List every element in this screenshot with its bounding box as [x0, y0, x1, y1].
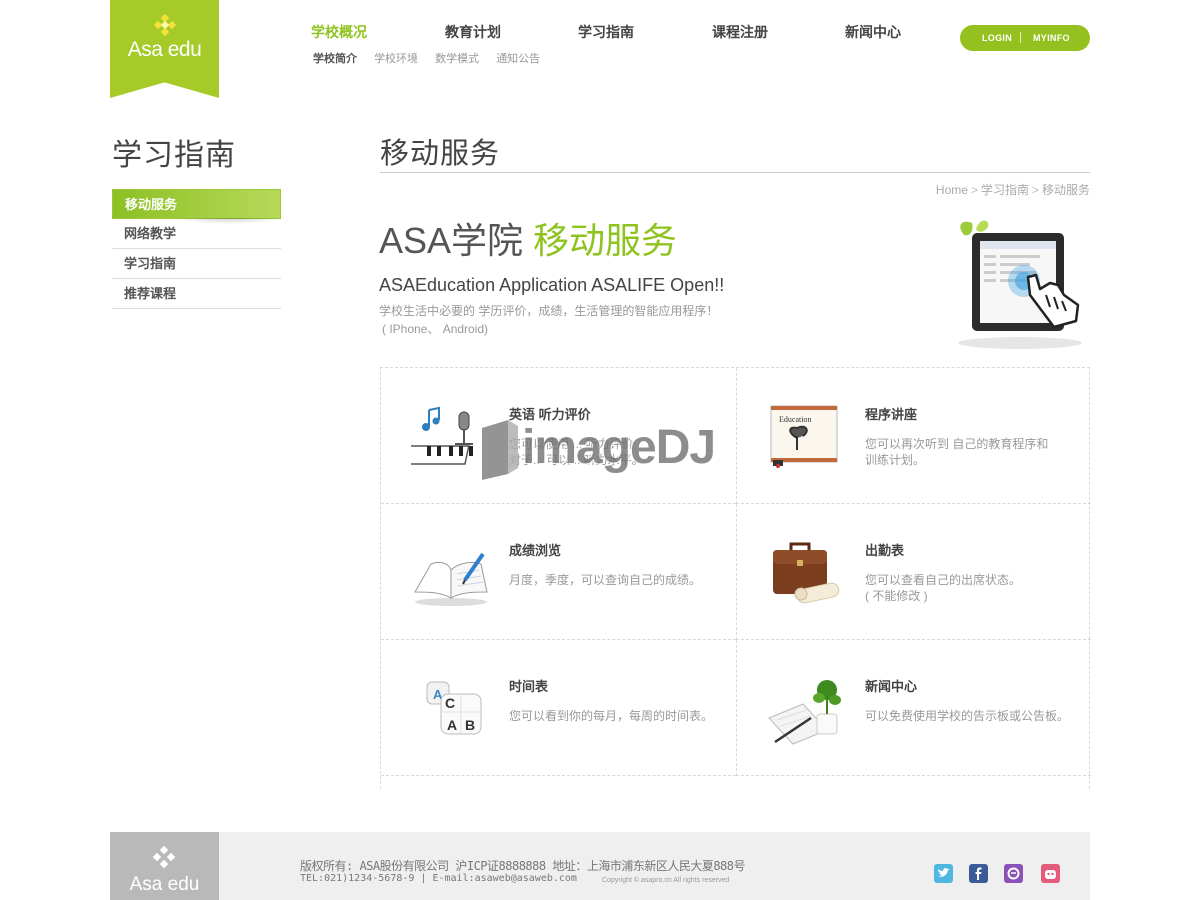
svg-text:C: C — [445, 695, 455, 711]
twitter-icon[interactable] — [934, 864, 953, 883]
education-board-icon: Education — [770, 405, 838, 468]
blog-icon[interactable] — [1004, 864, 1023, 883]
subnav-school-environment[interactable]: 学校环境 — [374, 53, 418, 65]
feature-title: 出勤表 — [865, 543, 905, 558]
footer: Asa edu 版权所有: ASA股份有限公司 沪ICP证8888888 地址：… — [110, 832, 1090, 900]
feature-title: 时间表 — [509, 679, 549, 694]
chevron-right-icon: > — [970, 183, 978, 197]
nav-study-guide[interactable]: 学习指南 — [578, 22, 634, 42]
feature-card-news-center[interactable]: 新闻中心 可以免费使用学校的告示板或公告板。 — [736, 640, 1091, 776]
hero-title-part-b: 移动服务 — [533, 220, 678, 261]
plant-icon — [768, 680, 841, 745]
footer-copyright: 版权所有: ASA股份有限公司 沪ICP证8888888 地址：上海市浦东新区人… — [300, 859, 746, 873]
hero-platforms: ( IPhone、 Android) — [382, 322, 489, 336]
account-links: LOGIN MYINFO — [960, 25, 1090, 51]
footer-logo-text: Asa edu — [129, 874, 200, 895]
myinfo-button[interactable]: MYINFO — [1033, 33, 1070, 43]
title-divider — [380, 172, 1090, 173]
feature-description: 您可以再次听到 自己的教育程序和 训练计划。 — [865, 437, 1049, 467]
feature-title: 程序讲座 — [865, 407, 918, 422]
divider — [1020, 32, 1021, 43]
feature-description: 可以免费使用学校的告示板或公告板。 — [865, 709, 1070, 723]
hero-description: 学校生活中必要的 学历评价，成绩，生活管理的智能应用程序！ — [379, 304, 719, 318]
nav-school-overview[interactable]: 学校概况 — [311, 22, 367, 42]
sidebar-menu: 移动服务 网络教学 学习指南 推荐课程 — [112, 189, 284, 309]
hero-title-part-a: ASA学院 — [379, 220, 524, 261]
footer-logo[interactable]: Asa edu — [110, 832, 219, 900]
subnav-notice[interactable]: 通知公告 — [496, 53, 540, 65]
footer-rights: Copyright © asapro.cn All rights reserve… — [602, 877, 730, 884]
breadcrumb-study-guide[interactable]: 学习指南 — [981, 183, 1029, 197]
book-icon — [414, 552, 488, 606]
subnav-school-intro[interactable]: 学校简介 — [313, 53, 357, 65]
svg-text:Education: Education — [779, 415, 811, 424]
breadcrumb-current: 移动服务 — [1041, 183, 1090, 197]
global-nav: 学校概况 教育计划 学习指南 课程注册 新闻中心 — [300, 22, 940, 42]
feature-card-program-lecture[interactable]: Education 程序讲座 您可以再次听到 自己的教育程序和 训练计划。 — [736, 368, 1091, 504]
feature-description: 月度，季度，可以查询自己的成绩。 — [509, 573, 702, 587]
logo-text: Asa edu — [127, 38, 202, 61]
dice-icon: A C A B — [426, 681, 482, 735]
me2day-icon[interactable] — [1041, 864, 1060, 883]
watermark: imageDJ — [478, 418, 723, 482]
briefcase-icon — [773, 542, 840, 604]
facebook-icon[interactable] — [969, 864, 988, 883]
feature-card-timetable[interactable]: A C A B 时间表 您可以看到你的每月，每周的时间表。 — [381, 640, 736, 776]
subnav-math-mode[interactable]: 数学模式 — [435, 53, 479, 65]
sidebar-item-mobile-service[interactable]: 移动服务 — [112, 189, 284, 224]
feature-card-grade-view[interactable]: 成绩浏览 月度，季度，可以查询自己的成绩。 — [381, 504, 736, 640]
nav-education-plan[interactable]: 教育计划 — [445, 22, 501, 42]
feature-title: 成绩浏览 — [509, 543, 562, 558]
breadcrumb-home[interactable]: Home — [936, 183, 968, 197]
footer-contact: TEL:021)1234-5678-9 | E-mail:asaweb@asaw… — [300, 873, 577, 884]
logo-diamond-icon — [152, 846, 176, 869]
site-logo[interactable]: Asa edu — [110, 0, 219, 98]
watermark-logo-icon — [482, 420, 518, 480]
chevron-right-icon: > — [1031, 183, 1039, 197]
hero-title: ASA学院 移动服务 — [379, 212, 677, 264]
feature-description: 您可以查看自己的出席状态。 ( 不能修改 ) — [865, 573, 1022, 603]
svg-text:B: B — [465, 717, 475, 733]
tablet-touch-icon — [958, 220, 1082, 349]
feature-card-attendance[interactable]: 出勤表 您可以查看自己的出席状态。 ( 不能修改 ) — [736, 504, 1091, 640]
login-button[interactable]: LOGIN — [982, 33, 1012, 43]
hero-subtitle: ASAEducation Application ASALIFE Open!! — [379, 275, 725, 295]
svg-text:A: A — [447, 717, 457, 733]
feature-title: 新闻中心 — [865, 679, 918, 694]
page-title: 移动服务 — [380, 138, 501, 170]
sidebar-item-study-guide[interactable]: 学习指南 — [112, 249, 281, 279]
breadcrumb: Home > 学习指南 > 移动服务 — [936, 181, 1090, 198]
sub-nav: 学校简介 学校环境 数学模式 通知公告 — [313, 50, 554, 66]
sidebar-item-recommended-courses[interactable]: 推荐课程 — [112, 279, 281, 309]
nav-news-center[interactable]: 新闻中心 — [845, 22, 901, 42]
nav-course-registration[interactable]: 课程注册 — [712, 22, 768, 42]
feature-description: 您可以看到你的每月，每周的时间表。 — [509, 709, 714, 723]
sidebar-title: 学习指南 — [112, 139, 236, 172]
watermark-text: imageDJ — [522, 421, 716, 474]
